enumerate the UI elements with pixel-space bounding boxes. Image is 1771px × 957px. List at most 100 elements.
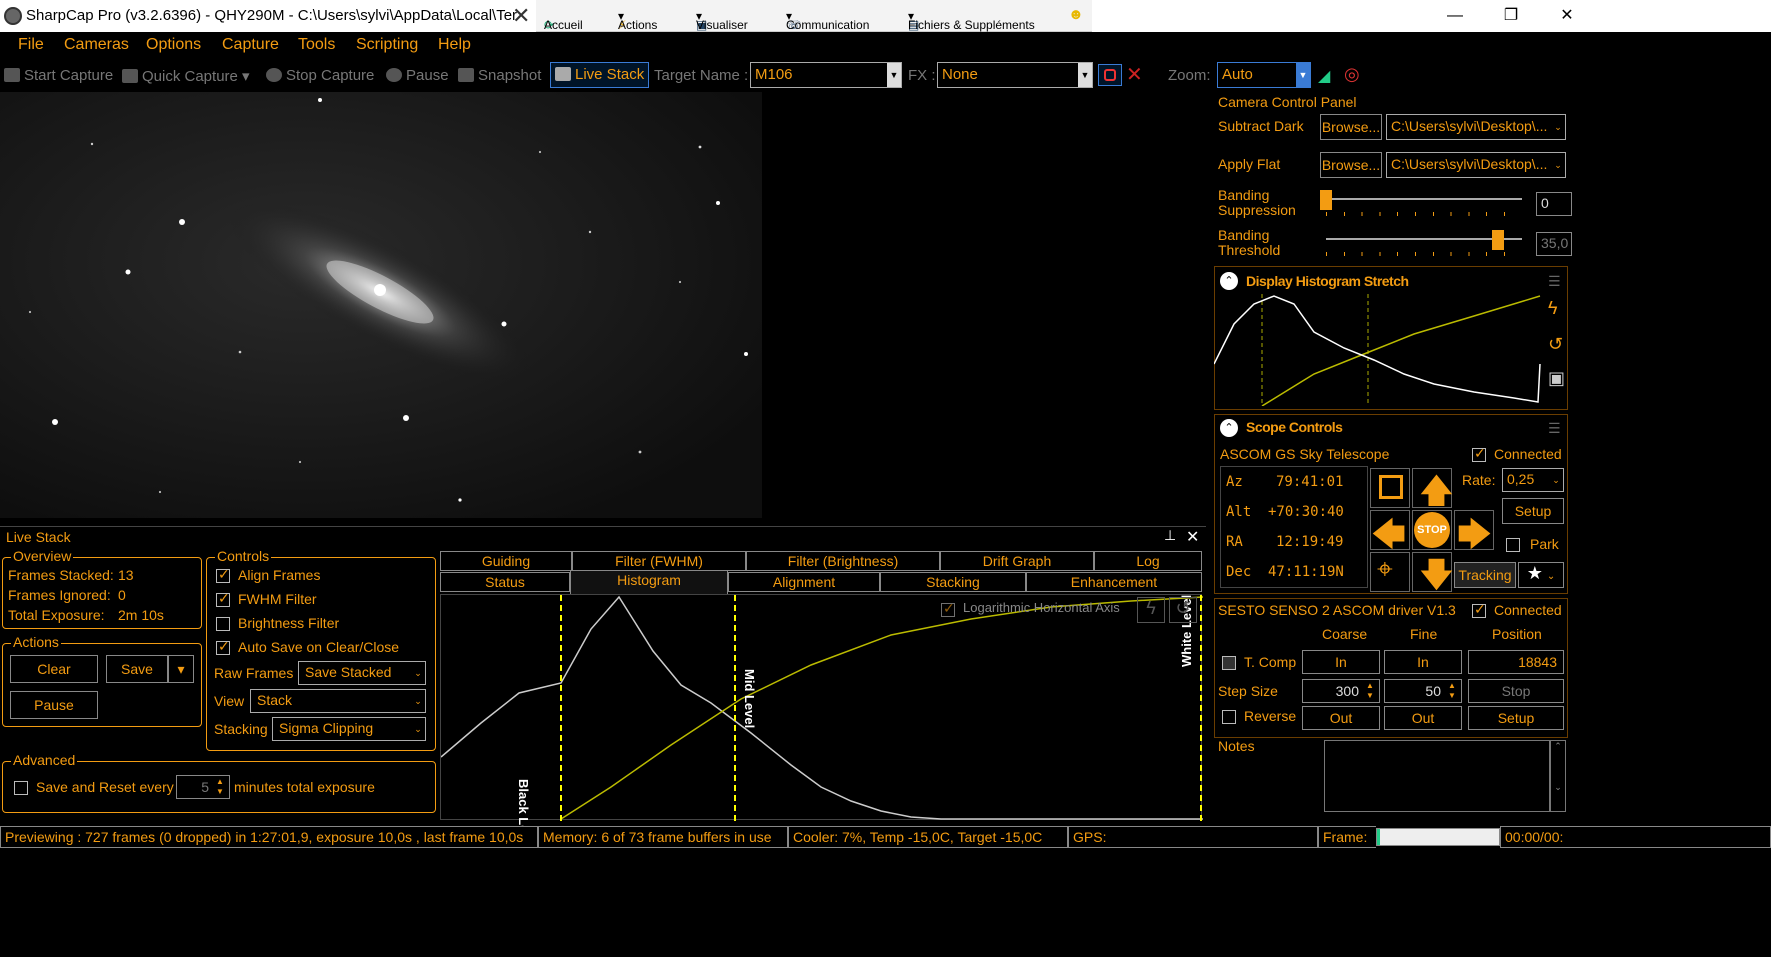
record-icon[interactable] bbox=[1098, 64, 1122, 86]
menu-help[interactable]: Help bbox=[438, 36, 471, 54]
target-button[interactable]: ⌖ bbox=[1370, 552, 1410, 592]
tab-guiding[interactable]: Guiding bbox=[440, 551, 572, 571]
save-button[interactable]: Save bbox=[106, 655, 168, 683]
target-icon[interactable]: ◎ bbox=[1344, 64, 1360, 85]
histogram-area[interactable]: Black Level Mid Level White Level Logari… bbox=[440, 594, 1203, 851]
communication-button[interactable]: ☏ Communication ▾ bbox=[786, 9, 869, 32]
save-icon[interactable]: ▣ bbox=[1548, 368, 1565, 389]
view-combo[interactable]: Stack ⌄ bbox=[250, 689, 426, 713]
focuser-setup-button[interactable]: Setup bbox=[1468, 706, 1564, 730]
align-frames-checkbox[interactable] bbox=[216, 566, 230, 583]
coarse-in-button[interactable]: In bbox=[1302, 650, 1380, 674]
fine-in-button[interactable]: In bbox=[1384, 650, 1462, 674]
west-button[interactable]: 🡄 bbox=[1370, 510, 1410, 554]
banding-suppression-slider[interactable] bbox=[1326, 198, 1522, 200]
reset-icon[interactable]: ↺ bbox=[1169, 597, 1197, 623]
zoom-combo[interactable]: Auto ▼ bbox=[1217, 62, 1311, 88]
menu-scripting[interactable]: Scripting bbox=[356, 36, 418, 54]
histogram-icon[interactable]: ◢ bbox=[1318, 66, 1330, 86]
dark-path-combo[interactable]: C:\Users\sylvi\Desktop\... ⌄ bbox=[1386, 114, 1566, 140]
menu-capture[interactable]: Capture bbox=[222, 36, 279, 54]
tab-filter-brightness[interactable]: Filter (Brightness) bbox=[746, 551, 940, 571]
log-axis-checkbox[interactable] bbox=[941, 600, 955, 617]
dark-browse-button[interactable]: Browse... bbox=[1320, 114, 1382, 140]
fx-combo[interactable]: None ▼ bbox=[937, 62, 1093, 88]
tcomp-checkbox[interactable] bbox=[1222, 656, 1236, 670]
maximize-button[interactable]: ❐ bbox=[1486, 2, 1536, 30]
notes-scrollbar[interactable]: ⌃ ⌄ bbox=[1550, 740, 1566, 812]
stacking-combo[interactable]: Sigma Clipping ⌄ bbox=[272, 717, 426, 741]
coarse-out-button[interactable]: Out bbox=[1302, 706, 1380, 730]
tab-drift-graph[interactable]: Drift Graph bbox=[940, 551, 1094, 571]
crosshair-off-icon[interactable]: ✕ bbox=[1126, 62, 1143, 87]
save-reset-checkbox[interactable] bbox=[14, 781, 28, 795]
banding-threshold-thumb[interactable] bbox=[1492, 230, 1505, 250]
fine-step-spinner[interactable]: 50 ▲ ▼ bbox=[1384, 679, 1462, 703]
start-capture-button[interactable]: Start Capture bbox=[4, 67, 113, 84]
collapse-icon[interactable]: ⌃ bbox=[1220, 272, 1238, 290]
collapse-icon[interactable]: ⌃ bbox=[1220, 419, 1238, 437]
tab-status[interactable]: Status bbox=[440, 572, 570, 592]
menu-cameras[interactable]: Cameras bbox=[64, 36, 129, 54]
banding-suppression-thumb[interactable] bbox=[1320, 190, 1332, 210]
menu-tools[interactable]: Tools bbox=[298, 36, 335, 54]
tab-filter-fwhm[interactable]: Filter (FWHM) bbox=[572, 551, 746, 571]
save-reset-spinner[interactable]: 5 ▲ ▼ bbox=[176, 775, 230, 799]
menu-icon[interactable]: ☰ bbox=[1548, 420, 1561, 437]
brightness-filter-checkbox[interactable] bbox=[216, 617, 230, 631]
flat-path-combo[interactable]: C:\Users\sylvi\Desktop\... ⌄ bbox=[1386, 152, 1566, 178]
banding-suppression-value[interactable]: 0 bbox=[1536, 192, 1572, 216]
tab-log[interactable]: Log bbox=[1094, 551, 1202, 571]
target-name-combo[interactable]: M106 ▼ bbox=[750, 62, 902, 88]
image-preview[interactable] bbox=[0, 92, 1206, 518]
raw-frames-combo[interactable]: Save Stacked ⌄ bbox=[298, 661, 426, 685]
fine-out-button[interactable]: Out bbox=[1384, 706, 1462, 730]
tracking-button[interactable]: Tracking bbox=[1454, 562, 1516, 588]
fichiers-button[interactable]: ▤ Fichiers & Suppléments ▾ bbox=[908, 9, 1035, 32]
pause-button[interactable]: Pause bbox=[386, 67, 449, 84]
notes-textarea[interactable] bbox=[1324, 740, 1550, 812]
banding-threshold-value[interactable]: 35,0 bbox=[1536, 232, 1572, 256]
mount-connected-checkbox[interactable] bbox=[1472, 445, 1486, 462]
east-button[interactable]: 🡆 bbox=[1454, 510, 1494, 554]
visualiser-button[interactable]: ▣ Visualiser ▾ bbox=[696, 9, 748, 32]
stop-capture-button[interactable]: Stop Capture bbox=[266, 67, 374, 84]
pin-icon[interactable]: ⊥ bbox=[1164, 527, 1176, 544]
tab-histogram[interactable]: Histogram bbox=[570, 570, 728, 594]
quick-capture-button[interactable]: Quick Capture ▾ bbox=[122, 67, 250, 85]
rate-combo[interactable]: 0,25 ⌄ bbox=[1502, 468, 1564, 492]
goto-home-button[interactable] bbox=[1370, 468, 1410, 508]
menu-file[interactable]: File bbox=[18, 36, 44, 54]
spinner-arrows-icon[interactable]: ▲ ▼ bbox=[212, 777, 228, 797]
close-panel-icon[interactable]: ✕ bbox=[1186, 527, 1199, 547]
spinner-arrows-icon[interactable]: ▲ ▼ bbox=[1444, 681, 1460, 701]
menu-icon[interactable]: ☰ bbox=[1548, 273, 1561, 290]
tab-alignment[interactable]: Alignment bbox=[728, 572, 880, 592]
lightning-icon[interactable]: ϟ bbox=[1137, 597, 1165, 623]
menu-options[interactable]: Options bbox=[146, 36, 201, 54]
reset-icon[interactable]: ↺ bbox=[1548, 334, 1563, 355]
smiley-icon[interactable]: ☻ bbox=[1068, 6, 1084, 23]
goto-star-button[interactable]: ★ ⌄ bbox=[1518, 562, 1564, 588]
pause-stack-button[interactable]: Pause bbox=[10, 691, 98, 719]
flat-browse-button[interactable]: Browse... bbox=[1320, 152, 1382, 178]
clear-button[interactable]: Clear bbox=[10, 655, 98, 683]
close-floating-icon[interactable]: ✕ bbox=[512, 3, 530, 29]
actions-button[interactable]: ⚡ Actions ▾ bbox=[618, 9, 657, 32]
stop-button[interactable]: STOP bbox=[1412, 510, 1452, 550]
reverse-checkbox[interactable] bbox=[1222, 710, 1236, 724]
mount-setup-button[interactable]: Setup bbox=[1502, 498, 1564, 524]
tab-enhancement[interactable]: Enhancement bbox=[1026, 572, 1202, 592]
tab-stacking[interactable]: Stacking bbox=[880, 572, 1026, 592]
park-checkbox[interactable] bbox=[1506, 538, 1520, 552]
close-button[interactable]: ✕ bbox=[1542, 2, 1592, 30]
south-button[interactable]: 🡇 bbox=[1412, 552, 1454, 594]
focuser-stop-button[interactable]: Stop bbox=[1468, 679, 1564, 703]
spinner-arrows-icon[interactable]: ▲ ▼ bbox=[1362, 681, 1378, 701]
focuser-connected-checkbox[interactable] bbox=[1472, 601, 1486, 618]
lightning-icon[interactable]: ϟ bbox=[1548, 298, 1558, 319]
stretch-histogram-plot[interactable] bbox=[1214, 294, 1544, 406]
save-dropdown-button[interactable]: ▾ bbox=[168, 655, 194, 683]
minimize-button[interactable]: — bbox=[1430, 2, 1480, 30]
snapshot-button[interactable]: Snapshot bbox=[458, 67, 541, 84]
